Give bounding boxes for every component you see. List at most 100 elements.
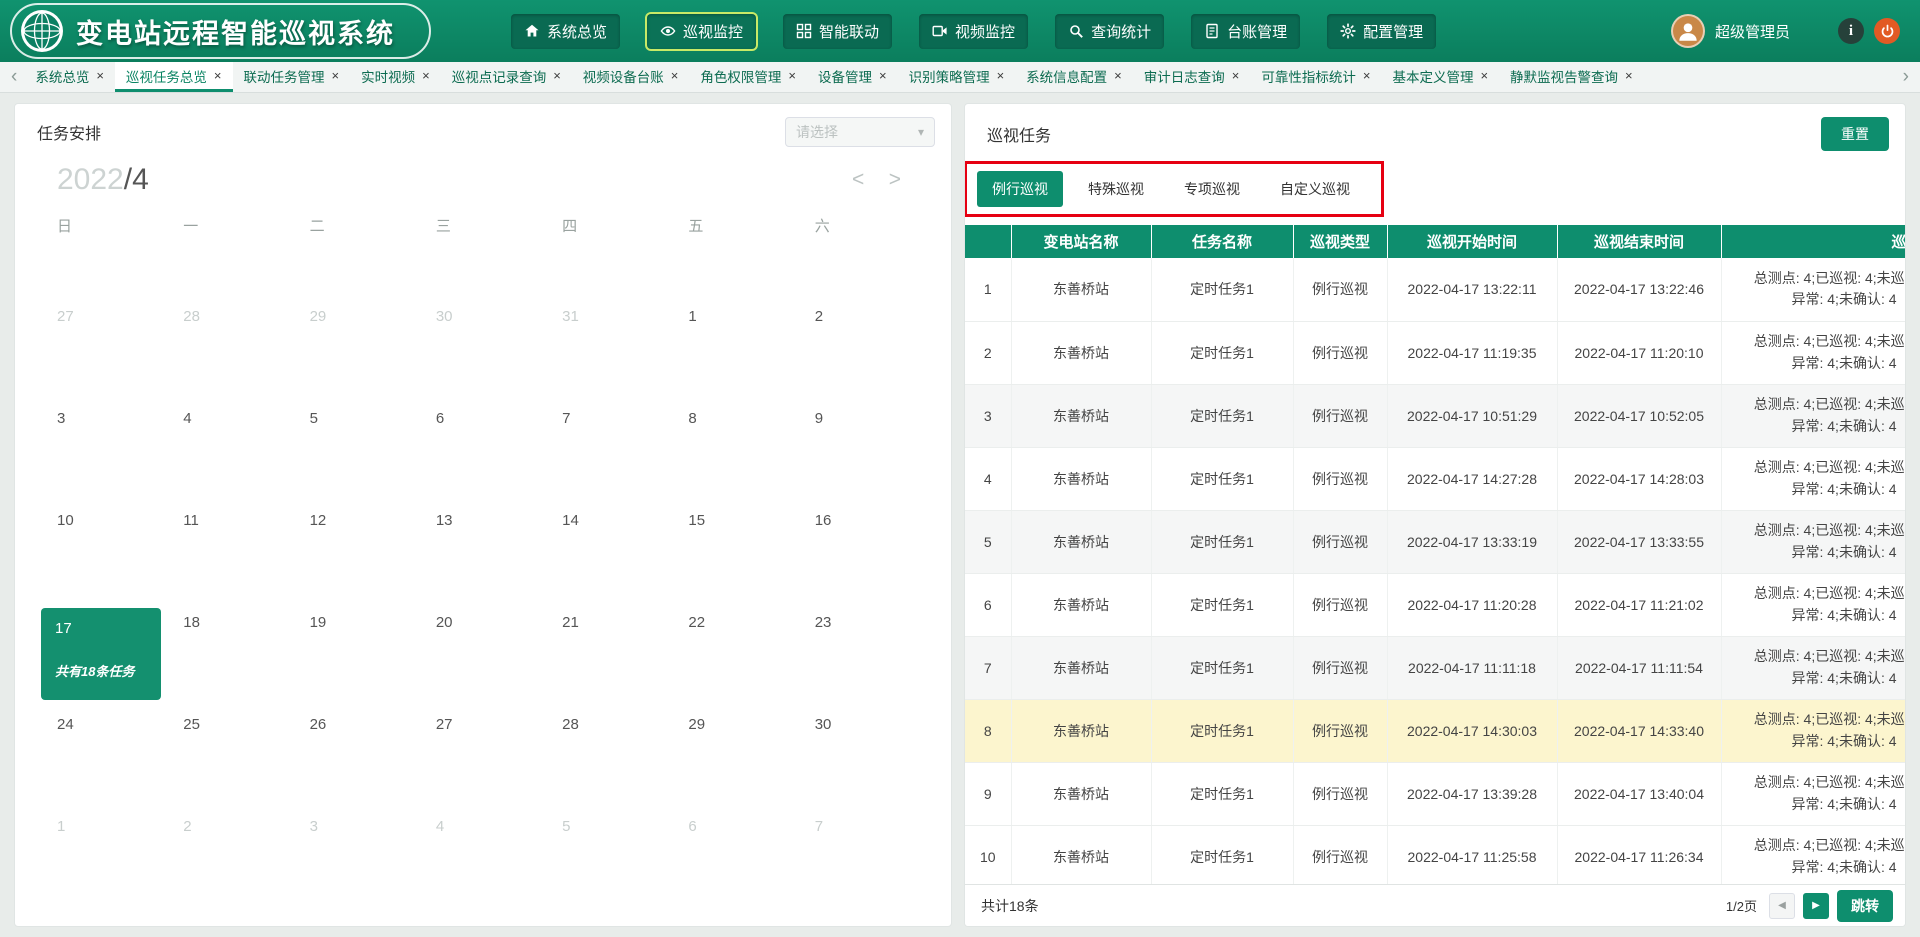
calendar-day[interactable]: 1: [41, 812, 167, 914]
table-row[interactable]: 5东善桥站定时任务1例行巡视2022-04-17 13:33:192022-04…: [965, 510, 1905, 573]
tab-scroll-left-icon[interactable]: ‹: [4, 62, 24, 92]
nav-ledger-management[interactable]: 台账管理: [1191, 14, 1300, 49]
tab-scroll-right-icon[interactable]: ›: [1896, 62, 1916, 92]
calendar-day[interactable]: 13: [420, 506, 546, 608]
tab-system-overview[interactable]: 系统总览×: [24, 62, 115, 92]
tab-close-icon[interactable]: ×: [1232, 68, 1240, 83]
next-page-button[interactable]: ▶: [1803, 893, 1829, 919]
calendar-prev-icon[interactable]: <: [852, 168, 864, 191]
calendar-day[interactable]: 7: [546, 404, 672, 506]
power-icon[interactable]: [1874, 18, 1900, 44]
nav-system-overview[interactable]: 系统总览: [511, 14, 620, 49]
tab-close-icon[interactable]: ×: [788, 68, 796, 83]
tab-close-icon[interactable]: ×: [422, 68, 430, 83]
tab-close-icon[interactable]: ×: [214, 68, 222, 83]
tab-realtime-video[interactable]: 实时视频×: [350, 62, 441, 92]
calendar-day[interactable]: 30: [799, 710, 925, 812]
calendar-day[interactable]: 8: [672, 404, 798, 506]
tab-silent-monitor-alarm-query[interactable]: 静默监视告警查询×: [1499, 62, 1644, 92]
calendar-day[interactable]: 10: [41, 506, 167, 608]
tab-video-device-ledger[interactable]: 视频设备台账×: [572, 62, 690, 92]
tab-close-icon[interactable]: ×: [1480, 68, 1488, 83]
type-tab-dedicated[interactable]: 专项巡视: [1169, 171, 1255, 207]
station-select[interactable]: 请选择 ▾: [785, 117, 935, 147]
calendar-day[interactable]: 3: [294, 812, 420, 914]
table-row[interactable]: 3东善桥站定时任务1例行巡视2022-04-17 10:51:292022-04…: [965, 384, 1905, 447]
table-row[interactable]: 4东善桥站定时任务1例行巡视2022-04-17 14:27:282022-04…: [965, 447, 1905, 510]
calendar-day[interactable]: 5: [546, 812, 672, 914]
nav-intelligent-linkage[interactable]: 智能联动: [783, 14, 892, 49]
calendar-day[interactable]: 6: [420, 404, 546, 506]
tab-close-icon[interactable]: ×: [553, 68, 561, 83]
tab-role-permission-management[interactable]: 角色权限管理×: [689, 62, 807, 92]
tab-close-icon[interactable]: ×: [332, 68, 340, 83]
calendar-day[interactable]: 4: [167, 404, 293, 506]
avatar[interactable]: [1671, 14, 1705, 48]
calendar-day[interactable]: 3: [41, 404, 167, 506]
tab-close-icon[interactable]: ×: [1363, 68, 1371, 83]
nav-inspection-monitor[interactable]: 巡视监控: [647, 14, 756, 49]
calendar-day[interactable]: 14: [546, 506, 672, 608]
calendar-day[interactable]: 27: [41, 302, 167, 404]
calendar-day[interactable]: 20: [420, 608, 546, 710]
tab-inspection-task-overview[interactable]: 巡视任务总览×: [115, 62, 233, 92]
tab-system-info-config[interactable]: 系统信息配置×: [1015, 62, 1133, 92]
tab-recognition-strategy-management[interactable]: 识别策略管理×: [898, 62, 1016, 92]
table-row[interactable]: 2东善桥站定时任务1例行巡视2022-04-17 11:19:352022-04…: [965, 321, 1905, 384]
calendar-day[interactable]: 30: [420, 302, 546, 404]
tab-close-icon[interactable]: ×: [96, 68, 104, 83]
tab-close-icon[interactable]: ×: [1625, 68, 1633, 83]
calendar-day[interactable]: 1: [672, 302, 798, 404]
tab-reliability-indicator-stats[interactable]: 可靠性指标统计×: [1250, 62, 1381, 92]
nav-config-management[interactable]: 配置管理: [1327, 14, 1436, 49]
table-row[interactable]: 7东善桥站定时任务1例行巡视2022-04-17 11:11:182022-04…: [965, 636, 1905, 699]
prev-page-button[interactable]: ◀: [1769, 893, 1795, 919]
calendar-day[interactable]: 28: [167, 302, 293, 404]
tab-close-icon[interactable]: ×: [879, 68, 887, 83]
tab-close-icon[interactable]: ×: [671, 68, 679, 83]
nav-query-statistics[interactable]: 查询统计: [1055, 14, 1164, 49]
calendar-day[interactable]: 9: [799, 404, 925, 506]
nav-video-monitor[interactable]: 视频监控: [919, 14, 1028, 49]
calendar-day[interactable]: 22: [672, 608, 798, 710]
calendar-day[interactable]: 18: [167, 608, 293, 710]
tab-audit-log-query[interactable]: 审计日志查询×: [1133, 62, 1251, 92]
info-icon[interactable]: i: [1838, 18, 1864, 44]
calendar-day[interactable]: 16: [799, 506, 925, 608]
calendar-day[interactable]: 29: [294, 302, 420, 404]
tab-close-icon[interactable]: ×: [997, 68, 1005, 83]
tab-linkage-task-management[interactable]: 联动任务管理×: [233, 62, 351, 92]
calendar-day[interactable]: 5: [294, 404, 420, 506]
calendar-next-icon[interactable]: >: [889, 168, 901, 191]
calendar-day[interactable]: 12: [294, 506, 420, 608]
table-row[interactable]: 10东善桥站定时任务1例行巡视2022-04-17 11:25:582022-0…: [965, 825, 1905, 884]
calendar-day[interactable]: 24: [41, 710, 167, 812]
calendar-day[interactable]: 4: [420, 812, 546, 914]
tab-device-management[interactable]: 设备管理×: [807, 62, 898, 92]
type-tab-custom[interactable]: 自定义巡视: [1265, 171, 1365, 207]
calendar-day[interactable]: 23: [799, 608, 925, 710]
calendar-day[interactable]: 2: [167, 812, 293, 914]
calendar-day-selected[interactable]: 17共有18条任务: [41, 608, 161, 700]
calendar-day[interactable]: 27: [420, 710, 546, 812]
reset-button[interactable]: 重置: [1821, 117, 1889, 151]
type-tab-routine[interactable]: 例行巡视: [977, 171, 1063, 207]
calendar-day[interactable]: 29: [672, 710, 798, 812]
calendar-day[interactable]: 11: [167, 506, 293, 608]
tab-basic-definition-management[interactable]: 基本定义管理×: [1381, 62, 1499, 92]
calendar-day[interactable]: 7: [799, 812, 925, 914]
calendar-day[interactable]: 6: [672, 812, 798, 914]
table-row[interactable]: 8东善桥站定时任务1例行巡视2022-04-17 14:30:032022-04…: [965, 699, 1905, 762]
calendar-day[interactable]: 2: [799, 302, 925, 404]
table-row[interactable]: 1东善桥站定时任务1例行巡视2022-04-17 13:22:112022-04…: [965, 258, 1905, 321]
calendar-day[interactable]: 26: [294, 710, 420, 812]
tab-close-icon[interactable]: ×: [1114, 68, 1122, 83]
calendar-day[interactable]: 28: [546, 710, 672, 812]
calendar-day[interactable]: 31: [546, 302, 672, 404]
jump-button[interactable]: 跳转: [1837, 890, 1893, 922]
calendar-day[interactable]: 25: [167, 710, 293, 812]
calendar-day[interactable]: 21: [546, 608, 672, 710]
type-tab-special[interactable]: 特殊巡视: [1073, 171, 1159, 207]
calendar-day[interactable]: 19: [294, 608, 420, 710]
table-row[interactable]: 6东善桥站定时任务1例行巡视2022-04-17 11:20:282022-04…: [965, 573, 1905, 636]
